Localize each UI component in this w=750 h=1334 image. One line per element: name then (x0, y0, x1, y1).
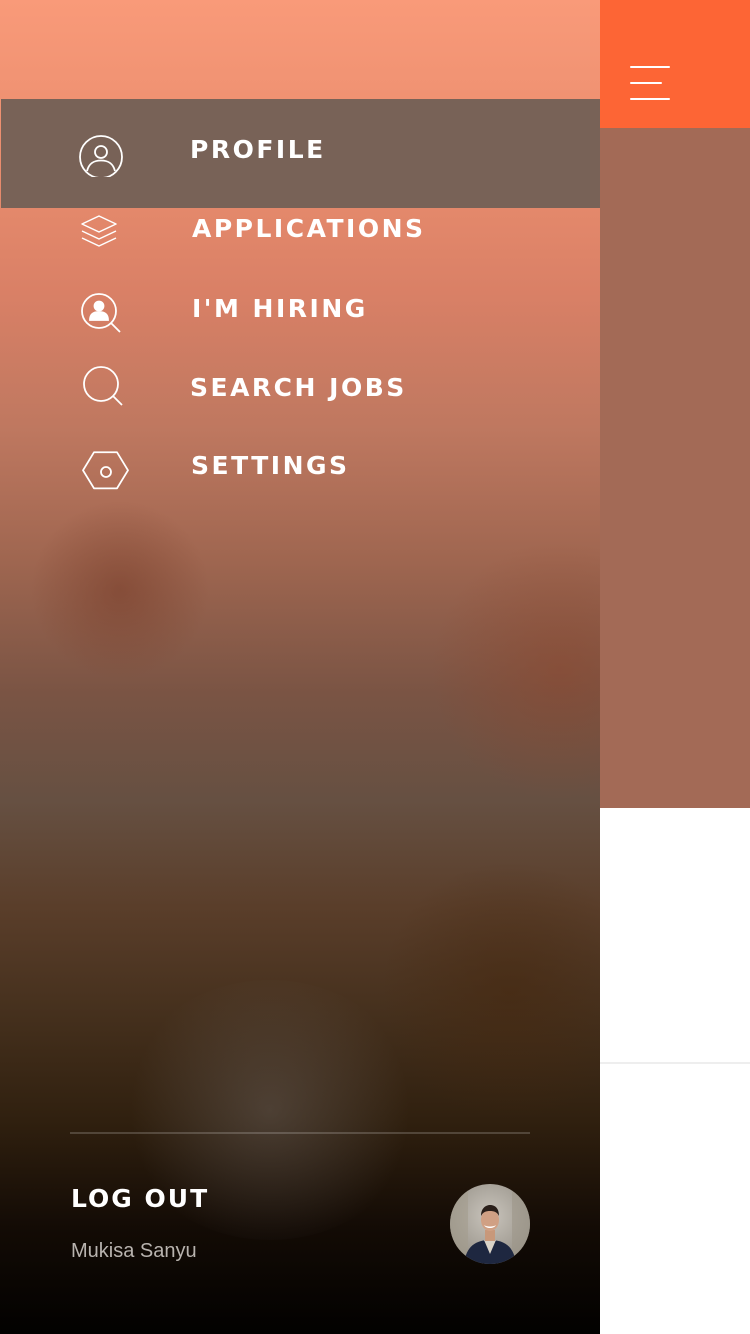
nav-item-applications[interactable]: APPLICATIONS (0, 194, 600, 264)
nav-item-search-jobs[interactable]: SEARCH JOBS (0, 353, 600, 423)
hamburger-menu-button[interactable] (620, 56, 680, 110)
nav-item-settings[interactable]: SETTINGS (0, 431, 600, 501)
menu-icon-bar-bottom (630, 98, 670, 100)
content-divider (600, 1062, 750, 1064)
user-circle-icon (74, 123, 130, 177)
layers-icon (74, 202, 130, 256)
logout-button[interactable]: LOG OUT (71, 1184, 209, 1214)
content-area (600, 808, 750, 1334)
nav-item-label: SEARCH JOBS (190, 373, 407, 402)
content-overlay[interactable] (600, 128, 750, 808)
side-drawer: PROFILE APPLICATIONS I'M HIRING SEARCH J… (0, 0, 600, 1334)
nav-item-profile[interactable]: PROFILE (0, 115, 600, 185)
nav-item-im-hiring[interactable]: I'M HIRING (0, 274, 600, 344)
app-screen: PROFILE APPLICATIONS I'M HIRING SEARCH J… (0, 0, 750, 1334)
nav-item-label: SETTINGS (191, 451, 350, 480)
search-icon (74, 361, 130, 415)
nav-item-label: PROFILE (190, 135, 326, 164)
user-name: Mukisa Sanyu (71, 1240, 197, 1262)
hexagon-settings-icon (74, 439, 130, 493)
menu-icon-bar-middle (630, 82, 662, 84)
nav-item-label: I'M HIRING (192, 294, 368, 323)
footer-divider (70, 1132, 530, 1134)
user-search-icon (74, 282, 130, 336)
nav-item-label: APPLICATIONS (192, 214, 426, 243)
avatar[interactable] (450, 1184, 530, 1264)
menu-icon (630, 66, 670, 68)
